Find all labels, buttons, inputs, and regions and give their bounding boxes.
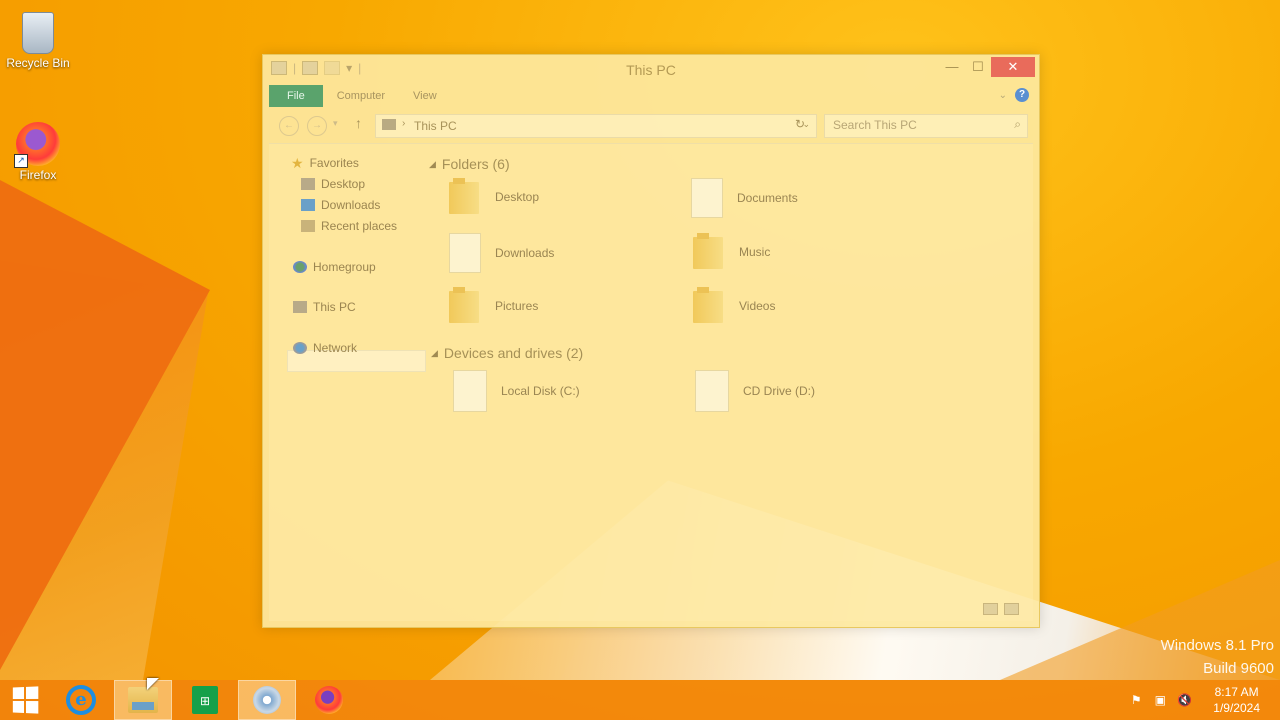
search-box[interactable]: ⌕ bbox=[824, 114, 1028, 138]
recycle-bin-icon bbox=[22, 12, 54, 54]
folder-pictures[interactable]: Pictures bbox=[447, 287, 538, 325]
tab-computer[interactable]: Computer bbox=[323, 85, 399, 107]
nav-homegroup[interactable]: Homegroup bbox=[293, 260, 376, 274]
navigation-pane: ★ Favorites Desktop Downloads Recent pla… bbox=[269, 144, 426, 621]
downloads-folder-icon bbox=[449, 233, 481, 273]
firefox-icon bbox=[315, 686, 343, 714]
folder-desktop[interactable]: Desktop bbox=[447, 178, 539, 216]
drive-local-disk-c[interactable]: Local Disk (C:) bbox=[453, 370, 580, 412]
tab-file[interactable]: File bbox=[269, 85, 323, 107]
taskbar-file-explorer[interactable] bbox=[114, 680, 172, 720]
os-watermark: Windows 8.1 Pro Build 9600 bbox=[1160, 637, 1274, 677]
nav-item-recent-places[interactable]: Recent places bbox=[301, 219, 397, 233]
start-button[interactable] bbox=[0, 680, 50, 720]
folder-music[interactable]: Music bbox=[691, 233, 770, 271]
desktop-icon-label: Recycle Bin bbox=[6, 56, 70, 70]
address-bar[interactable]: › This PC ⌄ bbox=[375, 114, 817, 138]
breadcrumb-separator-icon[interactable]: › bbox=[402, 118, 405, 129]
items-view: ◢ Folders (6) Desktop Documents Download… bbox=[429, 144, 1033, 621]
videos-folder-icon bbox=[691, 287, 725, 325]
tab-view[interactable]: View bbox=[399, 85, 451, 107]
title-bar[interactable]: | ▾ | This PC — ☐ ✕ bbox=[263, 55, 1039, 85]
details-view-icon[interactable] bbox=[983, 603, 998, 615]
folder-icon bbox=[447, 178, 481, 216]
cd-drive-icon bbox=[695, 370, 729, 412]
close-button[interactable]: ✕ bbox=[991, 57, 1035, 77]
refresh-button[interactable]: ↻ bbox=[795, 117, 805, 131]
recent-places-icon bbox=[301, 220, 315, 232]
explorer-window[interactable]: | ▾ | This PC — ☐ ✕ File Computer View ⌄… bbox=[262, 54, 1040, 628]
back-button[interactable]: ← bbox=[279, 116, 299, 136]
taskbar-firefox[interactable] bbox=[300, 680, 358, 720]
content-area: ★ Favorites Desktop Downloads Recent pla… bbox=[269, 143, 1033, 621]
view-switcher bbox=[983, 603, 1019, 615]
nav-this-pc[interactable]: This PC bbox=[293, 300, 356, 314]
firefox-icon: ↗ bbox=[14, 122, 60, 168]
folder-videos[interactable]: Videos bbox=[691, 287, 775, 325]
minimize-button[interactable]: — bbox=[939, 57, 965, 77]
large-icons-view-icon[interactable] bbox=[1004, 603, 1019, 615]
taskbar-internet-explorer[interactable]: e bbox=[52, 680, 110, 720]
nav-favorites[interactable]: ★ Favorites bbox=[291, 156, 359, 170]
collapse-triangle-icon[interactable]: ◢ bbox=[431, 348, 438, 359]
documents-folder-icon bbox=[691, 178, 723, 218]
ribbon-tabs: File Computer View ⌄ ? bbox=[269, 85, 1033, 107]
desktop-icon-firefox[interactable]: ↗ Firefox bbox=[0, 122, 76, 182]
computer-icon bbox=[382, 119, 396, 130]
nav-network[interactable]: Network bbox=[293, 341, 357, 355]
shortcut-arrow-icon: ↗ bbox=[14, 154, 28, 168]
pictures-folder-icon bbox=[447, 287, 481, 325]
folder-downloads[interactable]: Downloads bbox=[449, 233, 554, 273]
action-center-flag-icon[interactable]: ⚑ bbox=[1129, 693, 1143, 707]
computer-icon bbox=[293, 301, 307, 313]
music-folder-icon bbox=[691, 233, 725, 271]
network-status-icon[interactable]: ▣ bbox=[1153, 693, 1167, 707]
internet-explorer-icon: e bbox=[66, 685, 96, 715]
nav-item-desktop[interactable]: Desktop bbox=[301, 177, 365, 191]
group-header-devices[interactable]: ◢ Devices and drives (2) bbox=[431, 345, 583, 361]
maximize-button[interactable]: ☐ bbox=[965, 57, 991, 77]
network-icon bbox=[293, 342, 307, 354]
breadcrumb-this-pc[interactable]: This PC bbox=[414, 119, 457, 133]
desktop-icon-label: Firefox bbox=[19, 168, 57, 182]
windows-logo-icon bbox=[12, 686, 39, 714]
desktop-icon bbox=[301, 178, 315, 190]
help-icon[interactable]: ? bbox=[1015, 88, 1029, 102]
up-button[interactable]: ↑ bbox=[355, 115, 362, 131]
search-icon[interactable]: ⌕ bbox=[1014, 117, 1021, 132]
clock[interactable]: 8:17 AM 1/9/2024 bbox=[1213, 684, 1260, 716]
homegroup-icon bbox=[293, 261, 307, 273]
expand-ribbon-icon[interactable]: ⌄ bbox=[999, 90, 1007, 101]
taskbar-store[interactable]: ⊞ bbox=[176, 680, 234, 720]
hard-drive-icon bbox=[453, 370, 487, 412]
taskbar-dvd[interactable] bbox=[238, 680, 296, 720]
window-title: This PC bbox=[626, 62, 676, 78]
drive-cd-d[interactable]: CD Drive (D:) bbox=[695, 370, 815, 412]
nav-item-downloads[interactable]: Downloads bbox=[301, 198, 380, 212]
wallpaper-shape bbox=[0, 180, 210, 670]
search-input[interactable] bbox=[825, 115, 1011, 135]
downloads-icon bbox=[301, 199, 315, 211]
file-explorer-icon bbox=[128, 687, 158, 713]
address-row: ← → ▾ ↑ › This PC ⌄ ↻ ⌕ bbox=[269, 111, 1033, 139]
store-icon: ⊞ bbox=[192, 686, 218, 714]
star-icon: ★ bbox=[291, 155, 304, 171]
volume-muted-icon[interactable]: 🔇 bbox=[1177, 693, 1192, 707]
forward-button[interactable]: → bbox=[307, 116, 327, 136]
dvd-icon bbox=[253, 686, 281, 714]
desktop-icon-recycle-bin[interactable]: Recycle Bin bbox=[0, 8, 76, 70]
folder-documents[interactable]: Documents bbox=[691, 178, 798, 218]
group-header-folders[interactable]: ◢ Folders (6) bbox=[429, 156, 510, 172]
taskbar: e ⊞ ⚑ ▣ 🔇 8:17 AM 1/9/2024 bbox=[0, 680, 1280, 720]
collapse-triangle-icon[interactable]: ◢ bbox=[429, 159, 436, 170]
recent-locations-icon[interactable]: ▾ bbox=[333, 118, 338, 129]
mouse-cursor-icon bbox=[147, 678, 159, 690]
system-tray: ⚑ ▣ 🔇 8:17 AM 1/9/2024 bbox=[1129, 680, 1260, 720]
